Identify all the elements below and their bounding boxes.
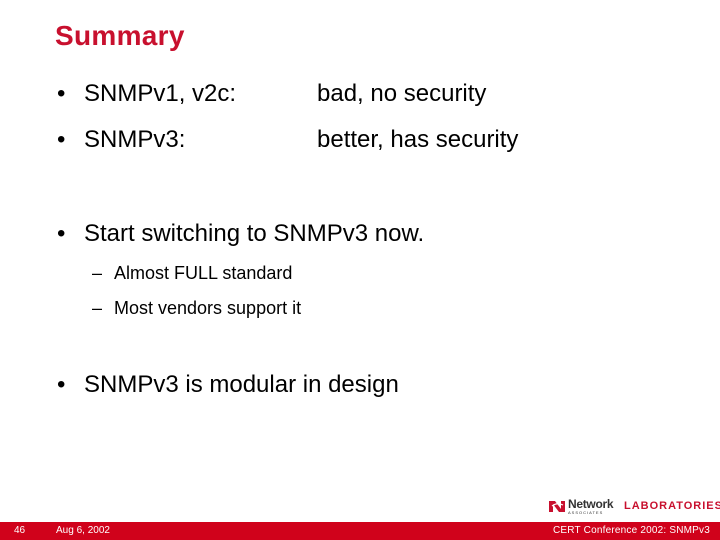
logo-company-sub: ASSOCIATES <box>568 510 604 515</box>
bullet: • <box>57 80 66 107</box>
sub-point-text: Almost FULL standard <box>114 263 293 283</box>
comparison-value: better, has security <box>317 126 519 153</box>
comparison-label: SNMPv3: <box>84 126 186 153</box>
slide-title: Summary <box>55 20 185 51</box>
footer-bar: 46 Aug 6, 2002 CERT Conference 2002: SNM… <box>0 522 720 540</box>
bullet-point: • Start switching to SNMPv3 now. <box>57 220 424 248</box>
footer-conference: CERT Conference 2002: SNMPv3 <box>553 525 710 536</box>
network-associates-logo: Network ASSOCIATES LABORATORIES <box>548 497 720 517</box>
bullet: • <box>57 220 66 247</box>
bullet: • <box>57 371 66 398</box>
comparison-value: bad, no security <box>317 80 487 107</box>
sub-point-text: Most vendors support it <box>114 298 302 318</box>
sub-point: – Almost FULL standard <box>92 263 292 284</box>
comparison-label: SNMPv1, v2c: <box>84 80 237 107</box>
bullet: • <box>57 126 66 153</box>
dash: – <box>92 298 103 318</box>
comparison-item: • SNMPv1, v2c: bad, no security <box>57 80 486 108</box>
bullet-text: SNMPv3 is modular in design <box>84 371 399 398</box>
slide-number: 46 <box>14 525 26 536</box>
dash: – <box>92 263 103 283</box>
bullet-text: Start switching to SNMPv3 now. <box>84 220 425 247</box>
network-associates-mark-icon <box>549 501 565 512</box>
logo-division: LABORATORIES <box>624 500 720 512</box>
bullet-point: • SNMPv3 is modular in design <box>57 371 399 399</box>
logo-company-name: Network <box>568 497 614 511</box>
sub-point: – Most vendors support it <box>92 298 301 319</box>
comparison-item: • SNMPv3: better, has security <box>57 126 518 154</box>
footer-date: Aug 6, 2002 <box>56 525 110 536</box>
